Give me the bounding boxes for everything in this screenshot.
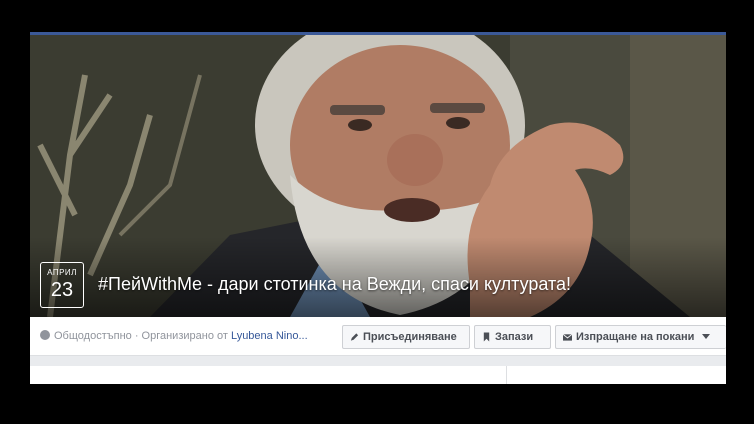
privacy-label: Общодостъпно <box>54 330 132 342</box>
invite-button[interactable]: Изпращане на покани <box>555 325 726 349</box>
meta-separator: · <box>131 330 142 342</box>
organizer-link[interactable]: Lyubena Nino... <box>231 330 308 342</box>
event-action-bar: Общодостъпно · Организирано от Lyubena N… <box>30 317 726 356</box>
event-date-month: АПРИЛ <box>47 268 77 277</box>
join-button-label: Присъединяване <box>363 331 457 343</box>
event-date-day: 23 <box>50 279 74 301</box>
event-page: АПРИЛ 23 #ПейWithMe - дари стотинка на В… <box>30 32 726 384</box>
column-divider <box>506 366 507 384</box>
invite-button-label: Изпращане на покани <box>576 331 695 343</box>
save-button[interactable]: Запази <box>474 325 551 349</box>
chevron-down-icon <box>702 334 711 339</box>
event-date-badge: АПРИЛ 23 <box>40 262 84 308</box>
cover-photo[interactable]: АПРИЛ 23 #ПейWithMe - дари стотинка на В… <box>30 35 726 317</box>
join-button[interactable]: Присъединяване <box>342 325 470 349</box>
content-area <box>30 366 726 384</box>
save-button-label: Запази <box>495 331 534 343</box>
envelope-icon <box>563 333 572 341</box>
event-title[interactable]: #ПейWithMe - дари стотинка на Вежди, спа… <box>98 274 571 295</box>
bookmark-icon <box>483 332 490 342</box>
pencil-icon <box>350 333 359 341</box>
organized-by-label: Организирано от <box>141 330 228 342</box>
globe-icon <box>40 330 50 340</box>
event-meta: Общодостъпно · Организирано от Lyubena N… <box>40 330 308 342</box>
